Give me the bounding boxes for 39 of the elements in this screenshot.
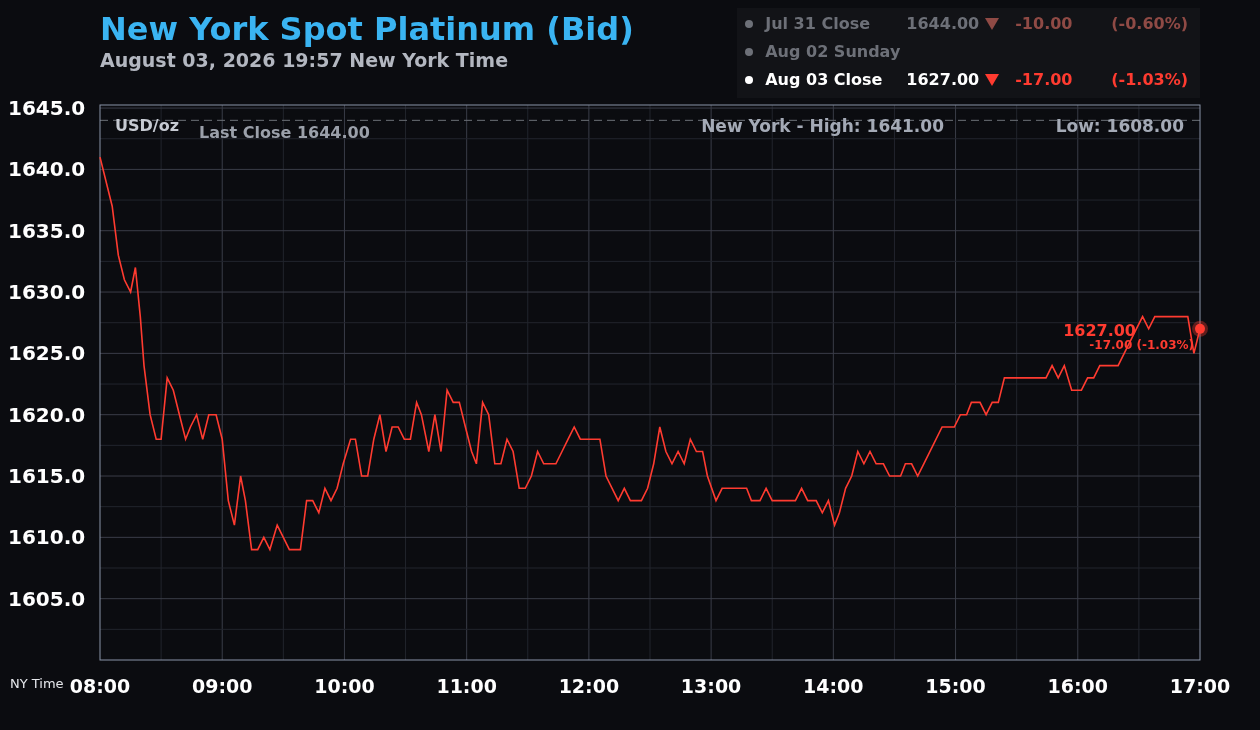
legend-percent: (-1.03%) — [1111, 69, 1188, 91]
session-high: New York - High: 1641.00 — [701, 116, 944, 136]
legend-value: 1627.00 — [906, 69, 980, 91]
chart-subtitle: August 03, 2026 19:57 New York Time — [100, 48, 510, 72]
x-axis-title: NY Time — [10, 676, 64, 691]
y-axis-label: 1620.0 — [8, 402, 86, 427]
last-price-marker — [1192, 320, 1208, 337]
y-axis-label: 1615.0 — [8, 464, 86, 488]
down-triangle-icon — [985, 74, 1000, 86]
y-axis-label: 1605.0 — [8, 586, 86, 611]
down-triangle-icon — [985, 18, 1000, 30]
session-low: Low: 1608.00 — [1055, 116, 1184, 136]
unit-label: USD/oz — [115, 116, 179, 135]
end-price: 1627.00 — [1063, 320, 1136, 340]
chart-title: New York Spot Platinum (Bid) — [100, 10, 634, 48]
x-axis-label: 17:00 — [1169, 675, 1231, 697]
last-close-label: Last Close 1644.00 — [199, 123, 370, 143]
x-axis-label: 15:00 — [925, 675, 986, 697]
x-axis-label: 12:00 — [558, 675, 620, 697]
y-axis-label: 1635.0 — [8, 218, 86, 243]
x-axis-label: 11:00 — [436, 675, 497, 697]
legend-change: -17.00 — [1015, 69, 1074, 91]
legend-percent: (-0.60%) — [1111, 13, 1188, 35]
y-axis-label: 1640.0 — [8, 157, 86, 182]
legend-value: 1644.00 — [906, 13, 980, 35]
legend-label: Aug 02 Sunday — [765, 41, 901, 63]
x-axis-label: 10:00 — [314, 675, 375, 697]
legend-label: Jul 31 Close — [765, 13, 872, 35]
y-axis-label: 1645.0 — [8, 96, 86, 121]
x-axis-label: 13:00 — [680, 675, 742, 697]
legend-label: Aug 03 Close — [765, 69, 884, 91]
y-axis-label: 1610.0 — [8, 525, 86, 550]
x-axis-label: 16:00 — [1047, 675, 1108, 697]
legend-change: -10.00 — [1015, 13, 1074, 35]
x-axis-label: 09:00 — [192, 675, 253, 697]
y-axis-label: 1630.0 — [8, 280, 86, 305]
x-axis-label: 08:00 — [69, 675, 131, 697]
y-axis-label: 1625.0 — [8, 341, 86, 366]
x-axis-label: 14:00 — [803, 675, 864, 697]
